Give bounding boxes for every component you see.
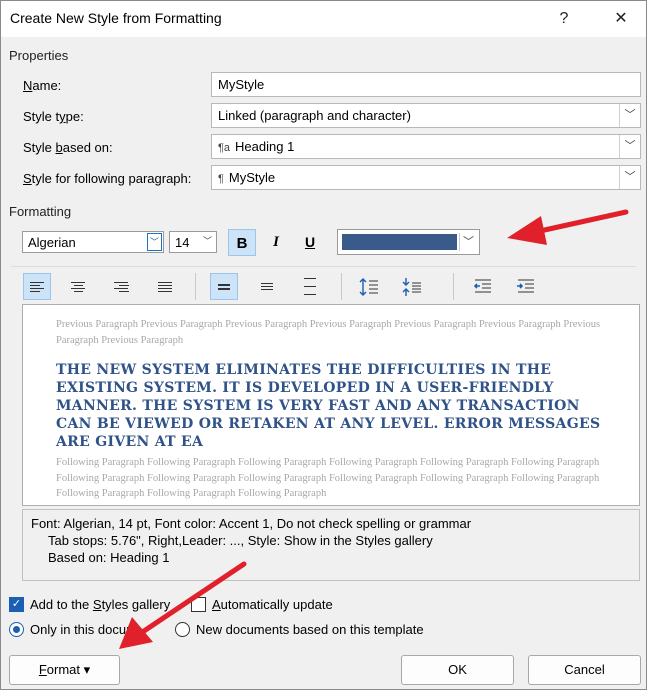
based-on-value: Heading 1 <box>235 139 295 154</box>
toolbar-separator <box>341 273 342 300</box>
paragraph-style-icon: ¶ <box>218 173 224 185</box>
help-button[interactable]: ? <box>542 5 586 33</box>
align-center-button[interactable] <box>64 273 92 300</box>
chevron-down-icon[interactable]: ﹀ <box>619 166 640 189</box>
close-button[interactable]: ✕ <box>599 5 643 33</box>
linked-style-icon: ¶a <box>218 142 231 154</box>
following-paragraph-select[interactable]: ¶ MyStyle ﹀ <box>211 165 641 190</box>
following-paragraph-label: Style for following paragraph: <box>23 171 191 186</box>
format-button[interactable]: Format ▾ <box>9 655 120 685</box>
name-label-text: ame: <box>32 78 62 93</box>
font-color-select[interactable]: ﹀ <box>337 229 480 255</box>
italic-button[interactable]: I <box>262 229 290 256</box>
checkmark-icon: ✓ <box>11 598 22 610</box>
underline-button[interactable]: U <box>296 229 324 256</box>
ok-button[interactable]: OK <box>401 655 514 685</box>
font-color-swatch <box>342 234 457 250</box>
chevron-down-icon[interactable]: ﹀ <box>147 233 162 251</box>
name-label-accel: N <box>23 78 33 93</box>
add-gallery-a: Add to the <box>30 597 93 612</box>
justify-button[interactable] <box>151 273 179 300</box>
following-paragraph-value: MyStyle <box>228 170 276 185</box>
style-type-label-a: Style t <box>23 109 60 124</box>
bold-button[interactable]: B <box>228 229 256 256</box>
toolbar-divider <box>11 266 636 267</box>
font-size-select[interactable]: 14 ﹀ <box>169 231 217 253</box>
style-description: Font: Algerian, 14 pt, Font color: Accen… <box>22 509 640 581</box>
style-type-label: Style type: <box>23 109 84 124</box>
font-name-value: Algerian <box>28 235 76 250</box>
style-type-value: Linked (paragraph and character) <box>218 108 411 123</box>
formatting-heading: Formatting <box>9 204 72 219</box>
only-this-document-label[interactable]: Only in this docum <box>30 622 137 637</box>
only-this-document-radio[interactable] <box>9 622 24 637</box>
toolbar-separator <box>453 273 454 300</box>
create-style-dialog: Create New Style from Formatting ? ✕ Pro… <box>0 0 647 690</box>
decrease-spacing-icon[interactable] <box>398 273 426 300</box>
following-paragraph-text: Following Paragraph Following Paragraph … <box>56 457 600 499</box>
font-name-select[interactable]: Algerian ﹀ <box>22 231 164 253</box>
toolbar-separator <box>195 273 196 300</box>
description-line: Tab stops: 5.76", Right,Leader: ..., Sty… <box>48 533 433 548</box>
double-spacing-button[interactable] <box>296 273 324 300</box>
chevron-down-icon[interactable]: ﹀ <box>619 135 640 158</box>
based-on-label: Style based on: <box>23 140 113 155</box>
name-input[interactable]: MyStyle <box>211 72 641 97</box>
previous-paragraph-text: Previous Paragraph Previous Paragraph Pr… <box>56 319 601 346</box>
increase-indent-icon[interactable] <box>512 273 540 300</box>
based-on-label-a: Style <box>23 140 56 155</box>
style-type-label-b: pe: <box>65 109 84 124</box>
only-doc-a: Only in this docu <box>30 622 127 637</box>
chevron-down-icon[interactable]: ﹀ <box>200 233 215 251</box>
add-gallery-b: tyles gallery <box>101 597 171 612</box>
align-right-button[interactable] <box>107 273 135 300</box>
title-bar: Create New Style from Formatting ? ✕ <box>1 1 646 37</box>
add-gallery-accel: S <box>92 597 102 612</box>
style-preview: Previous Paragraph Previous Paragraph Pr… <box>22 304 640 506</box>
add-to-gallery-label[interactable]: Add to the Styles gallery <box>30 597 170 612</box>
based-on-label-accel: b <box>55 140 63 155</box>
description-line: Font: Algerian, 14 pt, Font color: Accen… <box>31 516 472 531</box>
based-on-label-b: ased on: <box>62 140 113 155</box>
following-label-text: tyle for following paragraph: <box>31 171 192 186</box>
following-label-accel: S <box>23 171 32 186</box>
sample-text: THE NEW SYSTEM ELIMINATES THE DIFFICULTI… <box>56 362 601 450</box>
based-on-select[interactable]: ¶a Heading 1 ﹀ <box>211 134 641 159</box>
chevron-down-icon[interactable]: ﹀ <box>619 104 640 127</box>
decrease-indent-icon[interactable] <box>469 273 497 300</box>
format-text: ormat ▾ <box>46 662 91 677</box>
auto-update-checkbox[interactable] <box>191 597 206 612</box>
single-spacing-button[interactable] <box>210 273 238 300</box>
align-left-button[interactable] <box>23 273 51 300</box>
only-doc-b: m <box>126 622 137 637</box>
auto-update-label[interactable]: Automatically update <box>212 597 333 612</box>
auto-update-text: utomatically update <box>220 597 333 612</box>
properties-heading: Properties <box>9 48 69 63</box>
add-to-gallery-checkbox[interactable]: ✓ <box>9 597 24 612</box>
description-line: Based on: Heading 1 <box>48 550 170 565</box>
new-documents-label[interactable]: New documents based on this template <box>196 622 424 637</box>
dialog-title: Create New Style from Formatting <box>10 10 222 26</box>
new-documents-radio[interactable] <box>175 622 190 637</box>
increase-spacing-icon[interactable] <box>355 273 383 300</box>
format-accel: F <box>38 662 47 677</box>
chevron-down-icon[interactable]: ﹀ <box>459 233 477 251</box>
one-half-spacing-button[interactable] <box>253 273 281 300</box>
cancel-button[interactable]: Cancel <box>528 655 641 685</box>
style-type-select[interactable]: Linked (paragraph and character) ﹀ <box>211 103 641 128</box>
font-size-value: 14 <box>175 235 190 250</box>
name-label: Name: <box>23 78 61 93</box>
auto-update-accel: A <box>212 597 221 612</box>
annotation-arrow-color <box>507 209 629 245</box>
